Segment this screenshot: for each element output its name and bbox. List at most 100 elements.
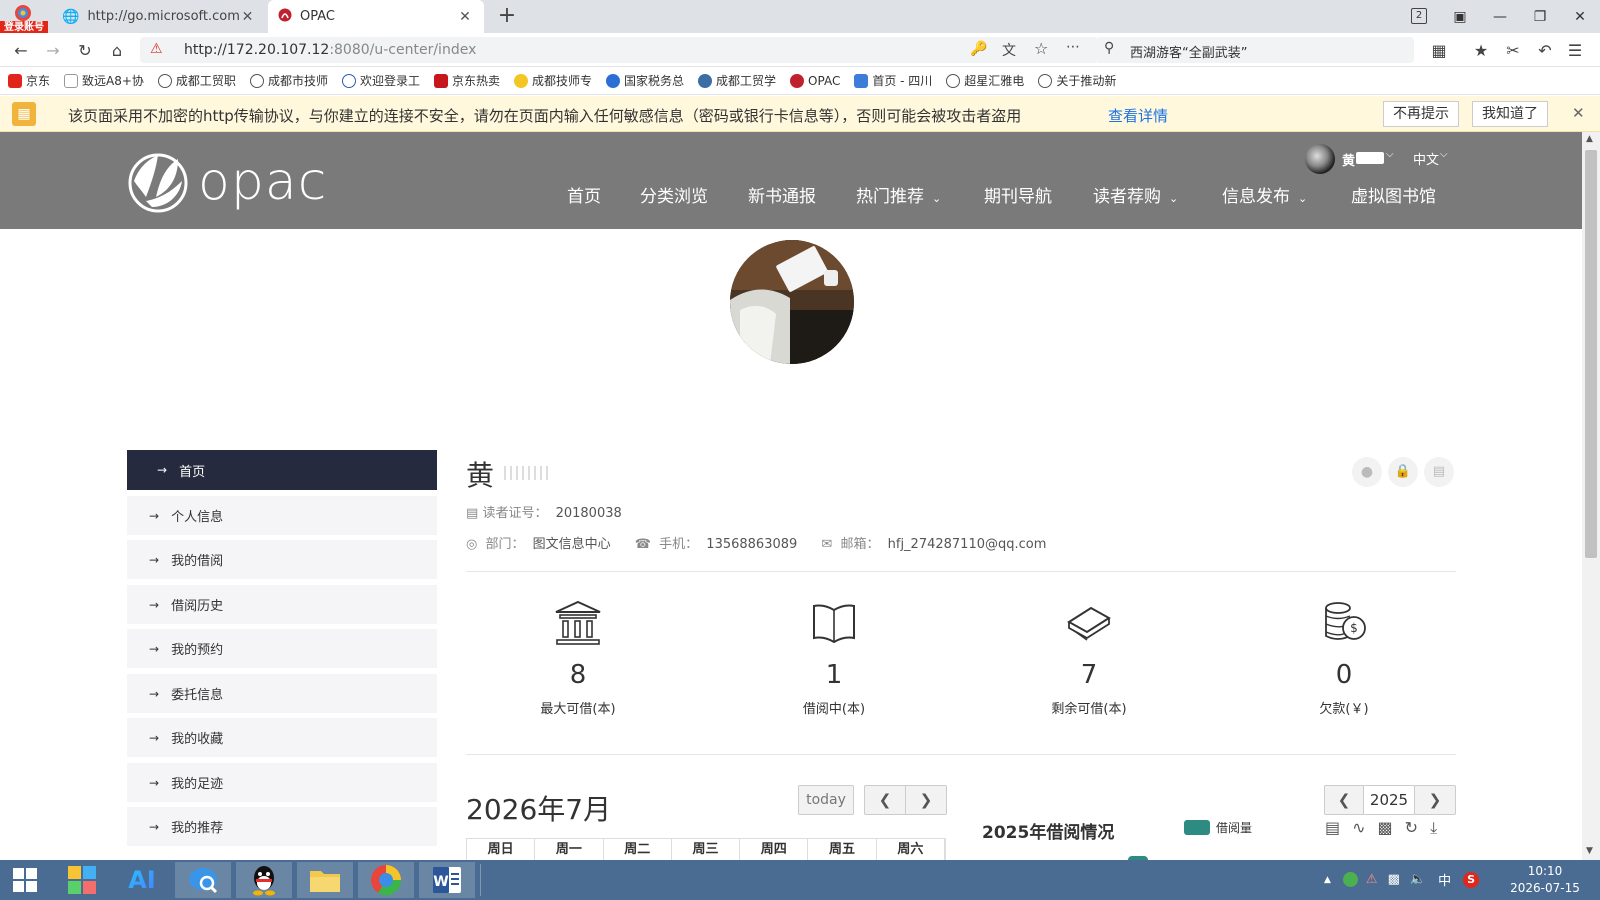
refresh-icon[interactable]: ↻ bbox=[1405, 818, 1418, 838]
url-text[interactable]: http://172.20.107.12:8080/u-center/index bbox=[184, 42, 476, 58]
close-tab-icon[interactable]: ✕ bbox=[239, 9, 256, 25]
scroll-up-icon[interactable]: ▲ bbox=[1586, 134, 1593, 144]
dont-remind-button[interactable]: 不再提示 bbox=[1383, 101, 1459, 127]
opac-logo[interactable]: opac bbox=[126, 150, 356, 214]
nav-virtual-library[interactable]: 虚拟图书馆 bbox=[1351, 182, 1436, 207]
taskbar-app-ai[interactable]: AI bbox=[114, 862, 170, 898]
bookmark-item[interactable]: 致远A8+协 bbox=[64, 72, 144, 89]
year-prev-button[interactable]: ❮ bbox=[1324, 785, 1364, 815]
close-tab-icon[interactable]: ✕ bbox=[456, 9, 474, 25]
address-bar[interactable]: ⚠ http://172.20.107.12:8080/u-center/ind… bbox=[140, 37, 1098, 63]
start-button[interactable] bbox=[0, 862, 50, 898]
network-warning-icon[interactable]: ⚠ bbox=[1366, 872, 1378, 887]
download-icon[interactable]: ⤓ bbox=[1430, 818, 1437, 838]
year-display[interactable]: 2025 bbox=[1363, 785, 1415, 815]
card-icon-button[interactable]: ▤ bbox=[1424, 457, 1454, 487]
sidebar-item-home[interactable]: → 首页 bbox=[127, 450, 437, 490]
details-link[interactable]: 查看详情 bbox=[1108, 105, 1168, 126]
insecure-icon[interactable]: ⚠ bbox=[150, 41, 163, 57]
bookmark-item[interactable]: 欢迎登录工 bbox=[341, 72, 420, 89]
tab-opac[interactable]: OPAC ✕ bbox=[268, 0, 484, 33]
taskbar-app-word[interactable]: W bbox=[419, 862, 475, 898]
sidebar-item-footprints[interactable]: → 我的足迹 bbox=[127, 763, 437, 802]
sidebar-item-borrowing[interactable]: → 我的借阅 bbox=[127, 540, 437, 579]
key-icon[interactable]: 🔑 bbox=[970, 41, 987, 57]
page-scrollbar[interactable]: ▲ ▼ bbox=[1582, 132, 1600, 860]
menu-icon[interactable]: ☰ bbox=[1562, 37, 1588, 63]
translate-icon[interactable]: 文 bbox=[1002, 40, 1016, 60]
nav-home[interactable]: 首页 bbox=[567, 182, 601, 207]
network-app-icon[interactable] bbox=[1342, 872, 1358, 887]
bookmark-item[interactable]: 超星汇雅电 bbox=[946, 72, 1024, 89]
taskbar-app-explorer[interactable] bbox=[297, 862, 353, 898]
restore-button[interactable]: ❐ bbox=[1520, 0, 1560, 33]
bookmark-item[interactable]: 成都市技师 bbox=[249, 72, 328, 89]
nav-journals[interactable]: 期刊导航 bbox=[984, 182, 1052, 207]
sidebar-item-delegation[interactable]: → 委托信息 bbox=[127, 674, 437, 713]
data-view-icon[interactable]: ▤ bbox=[1325, 818, 1340, 838]
year-next-button[interactable]: ❯ bbox=[1414, 785, 1456, 815]
bookmark-item[interactable]: 成都工贸学 bbox=[698, 72, 776, 89]
lock-icon-button[interactable]: 🔒 bbox=[1388, 457, 1418, 487]
browser-logo-icon[interactable] bbox=[10, 4, 36, 22]
bar-chart-icon[interactable]: ▩ bbox=[1378, 818, 1393, 838]
nav-browse[interactable]: 分类浏览 bbox=[640, 182, 708, 207]
bookmark-item[interactable]: 国家税务总 bbox=[606, 72, 684, 89]
taskbar-app-qq[interactable] bbox=[236, 862, 292, 898]
close-window-button[interactable]: ✕ bbox=[1560, 0, 1600, 33]
profile-avatar[interactable] bbox=[730, 240, 854, 364]
home-button[interactable]: ⌂ bbox=[104, 37, 130, 63]
calendar-prev-button[interactable]: ❮ bbox=[864, 785, 906, 815]
taskbar-app-chat[interactable] bbox=[175, 862, 231, 898]
new-tab-button[interactable]: + bbox=[494, 4, 520, 30]
ime-indicator[interactable]: 中 bbox=[1438, 870, 1451, 889]
back-button[interactable]: ← bbox=[8, 37, 34, 63]
sogou-icon[interactable]: S bbox=[1463, 871, 1480, 888]
bookmark-item[interactable]: 关于推动新 bbox=[1038, 72, 1116, 89]
apps-grid-icon[interactable]: ▦ bbox=[1426, 37, 1452, 63]
minimize-button[interactable]: — bbox=[1480, 0, 1520, 33]
bookmark-item[interactable]: 京东热卖 bbox=[433, 72, 500, 89]
taskbar-app-browser[interactable] bbox=[358, 862, 414, 898]
user-name[interactable]: 黄 bbox=[1342, 150, 1355, 169]
shirt-skin-icon[interactable]: ▣ bbox=[1440, 0, 1480, 33]
chevron-down-icon[interactable]: ⌵ bbox=[1440, 149, 1448, 160]
language-selector[interactable]: 中文 bbox=[1413, 149, 1439, 168]
nav-recommend[interactable]: 热门推荐 ⌄ bbox=[856, 182, 941, 207]
nav-suggest[interactable]: 读者荐购 ⌄ bbox=[1093, 182, 1178, 207]
bookmark-item[interactable]: 首页 - 四川 bbox=[854, 72, 932, 89]
chart-legend[interactable]: 借阅量 bbox=[1184, 819, 1252, 836]
forward-button[interactable]: → bbox=[40, 37, 66, 63]
search-box[interactable]: ⚲ 西湖游客“全副武装” bbox=[1096, 37, 1414, 63]
undo-icon[interactable]: ↶ bbox=[1532, 37, 1558, 63]
tray-expand-icon[interactable]: ▲ bbox=[1324, 875, 1331, 885]
calendar-next-button[interactable]: ❯ bbox=[905, 785, 947, 815]
sidebar-item-recommendations[interactable]: → 我的推荐 bbox=[127, 807, 437, 846]
bookmark-item[interactable]: 京东 bbox=[8, 72, 50, 89]
reload-button[interactable]: ↻ bbox=[72, 37, 98, 63]
line-chart-icon[interactable]: ∿ bbox=[1352, 818, 1365, 838]
scroll-down-icon[interactable]: ▼ bbox=[1586, 846, 1593, 856]
keyboard-icon[interactable]: ▩ bbox=[1388, 872, 1400, 887]
user-avatar[interactable] bbox=[1305, 144, 1335, 174]
sidebar-item-history[interactable]: → 借阅历史 bbox=[127, 585, 437, 624]
sidebar-item-profile[interactable]: → 个人信息 bbox=[127, 496, 437, 535]
calendar-today-button[interactable]: today bbox=[798, 785, 854, 815]
sidebar-item-favorites[interactable]: → 我的收藏 bbox=[127, 718, 437, 757]
tab-count-badge[interactable]: 2 bbox=[1411, 8, 1427, 24]
search-text[interactable]: 西湖游客“全副武装” bbox=[1130, 42, 1247, 61]
bookmark-item[interactable]: 成都技师专 bbox=[513, 72, 592, 89]
cut-icon[interactable]: ✂ bbox=[1500, 37, 1526, 63]
taskbar-clock[interactable]: 10:10 2026-07-15 bbox=[1500, 863, 1590, 897]
bookmark-item[interactable]: OPAC bbox=[790, 73, 840, 88]
taskbar-app-tiles[interactable] bbox=[54, 862, 110, 898]
scrollbar-thumb[interactable] bbox=[1585, 150, 1597, 558]
close-warning-icon[interactable]: ✕ bbox=[1572, 104, 1585, 122]
user-icon-button[interactable]: ● bbox=[1352, 457, 1382, 487]
got-it-button[interactable]: 我知道了 bbox=[1472, 101, 1548, 127]
tab-microsoft[interactable]: 🌐 http://go.microsoft.com/fw ✕ bbox=[52, 0, 266, 33]
more-icon[interactable]: ⋯ bbox=[1066, 39, 1080, 55]
nav-news[interactable]: 信息发布 ⌄ bbox=[1222, 182, 1307, 207]
sidebar-item-reservations[interactable]: → 我的预约 bbox=[127, 629, 437, 668]
bookmark-item[interactable]: 成都工贸职 bbox=[157, 72, 236, 89]
